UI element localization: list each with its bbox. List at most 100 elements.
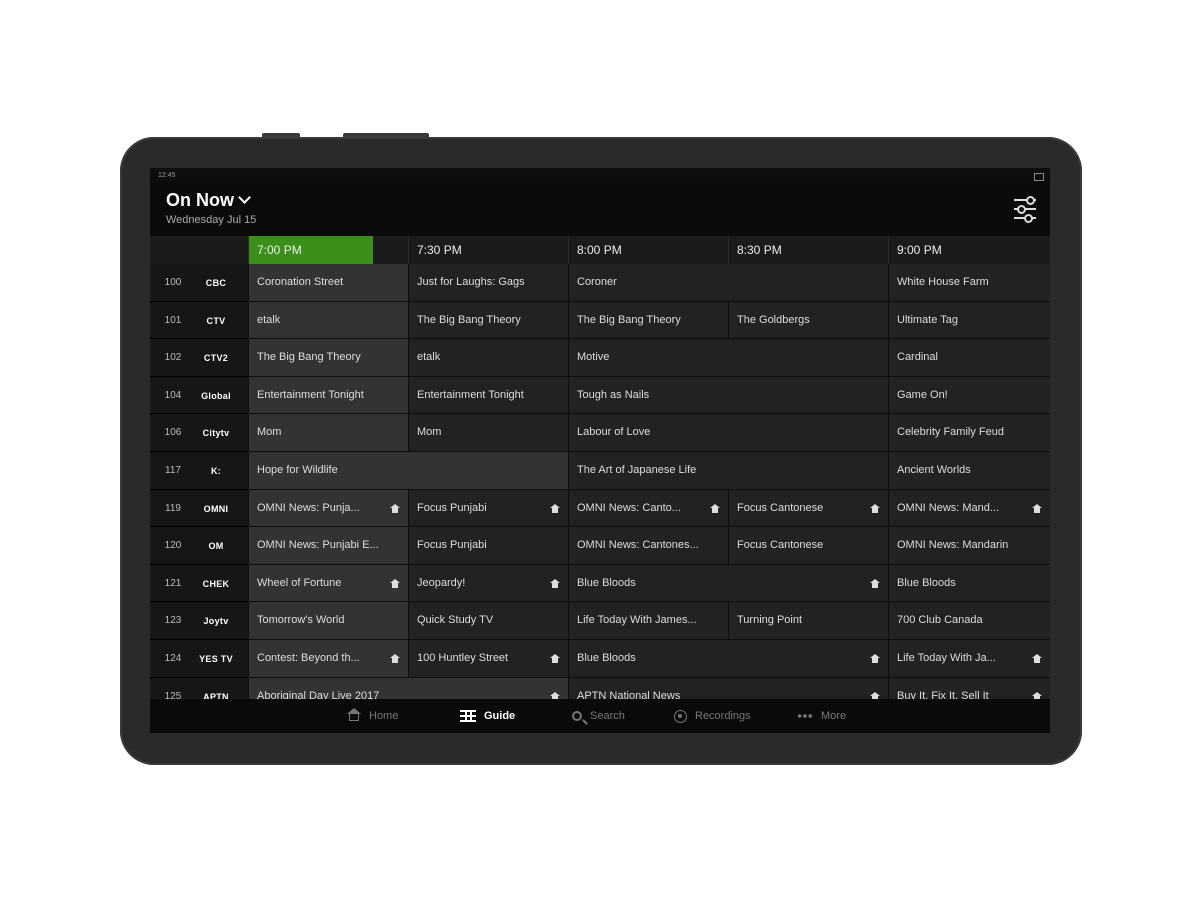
channel-cell[interactable]: 124 YES TV [150,640,248,678]
channel-number: 121 [164,577,182,589]
channel-cell[interactable]: 120 OM [150,527,248,565]
program-cell[interactable]: etalk [408,339,568,377]
program-title: Focus Cantonese [737,501,824,514]
home-icon [550,578,560,588]
nav-search[interactable]: Search [572,699,625,733]
program-cell[interactable]: Coronation Street [248,264,408,302]
program-cell[interactable]: Buy It, Fix It, Sell It [888,677,1050,699]
program-cell[interactable]: etalk [248,301,408,340]
home-icon [390,503,400,513]
channel-number: 102 [164,352,182,364]
channel-cell[interactable]: 117 K: [150,452,248,490]
channel-cell[interactable]: 100 CBC [150,264,248,302]
program-title: The Art of Japanese Life [577,464,697,476]
nav-label: Recordings [695,710,751,722]
program-cell[interactable]: Blue Bloods [888,564,1050,603]
program-cell[interactable]: Coroner [568,264,888,302]
program-cell[interactable]: Celebrity Family Feud [888,414,1050,452]
channel-cell[interactable]: 123 Joytv [150,602,248,640]
program-cell[interactable]: Aboriginal Day Live 2017 [248,677,568,699]
home-icon [550,654,560,663]
program-cell[interactable]: 100 Huntley Street [408,640,568,678]
program-cell[interactable]: Life Today With Ja... [888,640,1050,678]
program-cell[interactable]: OMNI News: Punja... [248,489,408,528]
on-now-dropdown[interactable]: On Now [166,190,251,211]
channel-logo: Global [201,390,231,401]
program-cell[interactable]: Labour of Love [568,414,888,452]
program-cell[interactable]: Blue Bloods [568,564,888,603]
program-cell[interactable]: Focus Punjabi [408,527,568,565]
program-cell[interactable]: Tomorrow's World [248,602,408,640]
program-title: Contest: Beyond th... [257,652,360,664]
program-cell[interactable]: APTN National News [568,677,888,699]
nav-recordings[interactable]: Recordings [674,699,751,733]
channel-cell[interactable]: 125 APTN [150,677,248,699]
program-cell[interactable]: OMNI News: Cantones... [568,527,728,565]
program-title: Blue Bloods [577,652,636,664]
program-cell[interactable]: Ultimate Tag [888,301,1050,340]
program-cell[interactable]: OMNI News: Canto... [568,489,728,528]
program-cell[interactable]: Turning Point [728,602,888,640]
program-cell[interactable]: Contest: Beyond th... [248,640,408,678]
program-cell[interactable]: Mom [408,414,568,452]
program-title: APTN National News [577,689,681,699]
guide-icon [460,710,476,723]
program-cell[interactable]: OMNI News: Mand... [888,489,1050,528]
program-cell[interactable]: The Big Bang Theory [248,339,408,377]
program-title: Coroner [577,276,617,288]
channel-cell[interactable]: 106 Citytv [150,414,248,452]
home-icon [390,578,400,588]
program-cell[interactable]: Blue Bloods [568,640,888,678]
channel-number: 119 [165,502,181,514]
time-slot: 7:00 PM [248,236,408,264]
filter-icon[interactable] [1014,196,1036,223]
program-cell[interactable]: Entertainment Tonight [408,376,568,415]
program-cell[interactable]: Cardinal [888,339,1050,377]
program-title: The Goldbergs [737,313,810,326]
program-cell[interactable]: Focus Punjabi [408,489,568,528]
nav-guide[interactable]: Guide [460,699,515,733]
program-cell[interactable]: Quick Study TV [408,602,568,640]
program-cell[interactable]: The Art of Japanese Life [568,452,888,490]
program-cell[interactable]: Life Today With James... [568,602,728,640]
channel-cell[interactable]: 121 CHEK [150,564,248,603]
program-cell[interactable]: Ancient Worlds [888,452,1050,490]
program-cell[interactable]: The Big Bang Theory [568,301,728,340]
program-cell[interactable]: OMNI News: Punjabi E... [248,527,408,565]
home-icon [1032,503,1042,513]
program-cell[interactable]: Jeopardy! [408,564,568,603]
nav-more[interactable]: More [797,699,846,733]
program-cell[interactable]: Game On! [888,376,1050,415]
program-cell[interactable]: Focus Cantonese [728,527,888,565]
nav-label: Search [590,710,625,722]
program-cell[interactable]: Mom [248,414,408,452]
channel-cell[interactable]: 104 Global [150,376,248,415]
program-cell[interactable]: Motive [568,339,888,377]
bottom-nav: Home Guide Search Recordings More [150,699,1050,733]
program-cell[interactable]: Hope for Wildlife [248,452,568,490]
program-cell[interactable]: White House Farm [888,264,1050,302]
channel-cell[interactable]: 101 CTV [150,301,248,340]
program-cell[interactable]: Entertainment Tonight [248,376,408,415]
program-cell[interactable]: 700 Club Canada [888,602,1050,640]
program-title: Quick Study TV [417,614,494,627]
program-cell[interactable]: Focus Cantonese [728,489,888,528]
channel-logo: K: [210,466,222,476]
program-cell[interactable]: Just for Laughs: Gags [408,264,568,302]
program-cell[interactable]: OMNI News: Mandarin [888,527,1050,565]
current-date: Wednesday Jul 15 [166,214,257,226]
status-bar: 12:45 [150,168,1050,182]
channel-number: 117 [165,465,181,476]
home-icon [870,578,880,588]
program-title: Cardinal [897,351,938,364]
program-cell[interactable]: The Big Bang Theory [408,301,568,340]
program-cell[interactable]: Tough as Nails [568,376,888,415]
channel-number: 124 [164,653,182,664]
channel-cell[interactable]: 119 OMNI [150,489,248,528]
nav-home[interactable]: Home [347,699,398,733]
program-title: OMNI News: Cantones... [577,539,699,552]
program-cell[interactable]: Wheel of Fortune [248,564,408,603]
program-cell[interactable]: The Goldbergs [728,301,888,340]
nav-label: Guide [484,710,516,722]
channel-cell[interactable]: 102 CTV2 [150,339,248,377]
